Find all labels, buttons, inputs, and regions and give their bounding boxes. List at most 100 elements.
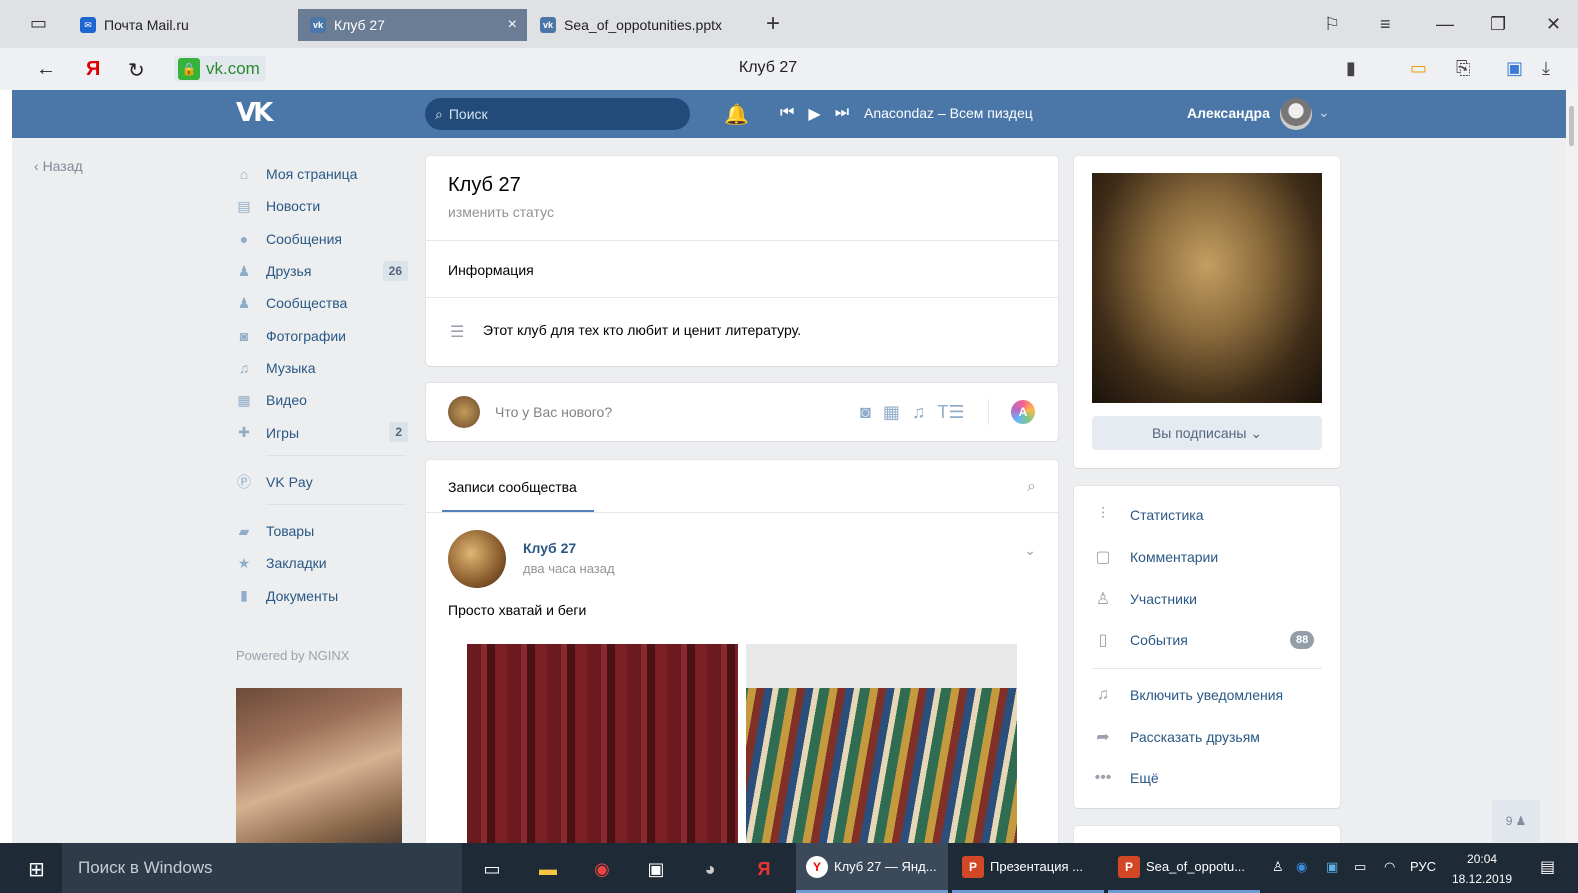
translate-icon[interactable]: ⎘	[1456, 58, 1470, 79]
image-icon[interactable]: ▣	[1506, 58, 1523, 79]
taskbar-search[interactable]: Поиск в Windows	[62, 843, 462, 893]
tab-community-posts[interactable]: Записи сообщества	[448, 479, 577, 495]
bookmarks-panel-icon[interactable]: ⚐	[1324, 14, 1340, 35]
tab-pptx[interactable]: vk Sea_of_oppotunities.pptx	[528, 9, 734, 41]
chevron-down-icon[interactable]: ⌄	[1024, 542, 1036, 559]
menu-item-documents[interactable]: ▮ Документы	[234, 580, 408, 612]
ad-photo[interactable]	[236, 688, 402, 843]
link-events[interactable]: ▯ События 88	[1092, 630, 1322, 650]
search-icon[interactable]: ⌕	[1027, 478, 1036, 496]
taskbar-app-pptx[interactable]: P Sea_of_oppotu...	[1108, 843, 1260, 893]
friend-icon: ♟	[237, 262, 251, 279]
close-icon[interactable]: ×	[508, 16, 517, 34]
status-link[interactable]: изменить статус	[448, 204, 554, 220]
menu-item-groups[interactable]: ♟ Сообщества	[234, 287, 408, 319]
link-statistics[interactable]: ⫶ Статистика	[1092, 506, 1204, 524]
vk-icon: vk	[540, 17, 556, 33]
group-info-card: Клуб 27 изменить статус Информация ☰ Это…	[426, 156, 1058, 366]
person-icon[interactable]: ♙	[1272, 859, 1284, 875]
teamviewer-icon[interactable]: ◉	[1296, 859, 1307, 875]
menu-item-music[interactable]: ♫ Музыка	[234, 352, 408, 384]
network-app-icon[interactable]: ▣	[1326, 859, 1338, 875]
language-indicator[interactable]: РУС	[1410, 859, 1436, 874]
camera-icon: ◙	[239, 327, 249, 344]
avatar[interactable]	[1280, 98, 1312, 130]
menu-item-news[interactable]: ▤ Новости	[234, 190, 408, 222]
wifi-icon[interactable]: ◠	[1384, 859, 1395, 875]
folder-icon[interactable]: ▬	[534, 855, 562, 883]
bookmark-icon[interactable]: ▮	[1346, 58, 1356, 79]
avatar[interactable]	[448, 530, 506, 588]
task-view-icon[interactable]: ▭	[478, 855, 506, 883]
bell-icon[interactable]: 🔔	[724, 102, 749, 127]
previous-icon[interactable]: ⏮	[780, 104, 794, 124]
link-comments[interactable]: ▢ Комментарии	[1092, 547, 1218, 567]
divider	[1092, 668, 1322, 669]
vk-logo[interactable]: VK	[236, 98, 273, 128]
scrollbar[interactable]	[1566, 90, 1578, 843]
windows-start-icon[interactable]: ⊞	[28, 857, 45, 882]
chevron-down-icon[interactable]: ⌄	[1318, 104, 1330, 121]
divider	[426, 297, 1058, 298]
play-icon[interactable]: ▶	[808, 104, 820, 124]
download-icon[interactable]: ⤓	[1542, 58, 1550, 79]
link-members[interactable]: ♙ Участники	[1092, 589, 1197, 609]
new-post-box: Что у Вас нового? ◙ ▦ ♫ T☰ A	[426, 383, 1058, 441]
menu-item-video[interactable]: ▦ Видео	[234, 384, 408, 416]
notifications-icon[interactable]: ▤	[1540, 857, 1555, 877]
post-time[interactable]: два часа назад	[523, 561, 615, 576]
media-player-icon[interactable]: ◕	[696, 855, 724, 883]
minimize-icon[interactable]: —	[1436, 14, 1454, 35]
vkpay-icon: Ⓟ	[237, 473, 251, 490]
taskbar-app-powerpoint[interactable]: P Презентация ...	[952, 843, 1104, 893]
online-friends-button[interactable]: 9 ♟	[1492, 800, 1540, 842]
battery-icon[interactable]: ▭	[1354, 859, 1366, 875]
post-author-icon[interactable]: A	[1011, 400, 1035, 424]
clock[interactable]: 20:04 18.12.2019	[1452, 849, 1512, 889]
link-share[interactable]: ➦ Рассказать друзьям	[1092, 727, 1260, 747]
link-notifications[interactable]: ♫ Включить уведомления	[1092, 686, 1283, 704]
subscribed-button[interactable]: Вы подписаны ⌄	[1092, 416, 1322, 450]
chrome-icon[interactable]: ◉	[588, 855, 616, 883]
camera-icon[interactable]: ◙	[860, 402, 871, 423]
menu-icon[interactable]: ≡	[1380, 14, 1391, 35]
tabs-overview-icon[interactable]: ▭	[30, 13, 47, 34]
store-icon[interactable]: ▣	[642, 855, 670, 883]
post-photo[interactable]	[467, 644, 1017, 843]
menu-item-friends[interactable]: ♟ Друзья 26	[234, 255, 408, 287]
post-author[interactable]: Клуб 27	[523, 540, 576, 556]
user-icon: ♙	[1095, 591, 1111, 608]
link-more[interactable]: ••• Ещё	[1092, 769, 1159, 787]
menu-item-messages[interactable]: ● Сообщения	[234, 223, 408, 255]
taskbar-app-yandex[interactable]: Y Клуб 27 — Янд...	[796, 843, 948, 893]
scroll-thumb[interactable]	[1569, 106, 1574, 146]
tab-club27[interactable]: vk Клуб 27 ×	[298, 9, 527, 41]
divider	[988, 399, 989, 425]
battery-icon[interactable]: ▭	[1410, 58, 1427, 79]
home-icon: ⌂	[239, 166, 249, 183]
menu-item-goods[interactable]: ▰ Товары	[234, 515, 408, 547]
tab-mail[interactable]: ✉ Почта Mail.ru	[68, 9, 201, 41]
current-track[interactable]: Anacondaz – Всем пиздец	[864, 105, 1033, 121]
restore-icon[interactable]: ❐	[1490, 14, 1506, 35]
menu-item-games[interactable]: ✚ Игры 2	[234, 416, 408, 448]
back-link[interactable]: ‹ Назад	[34, 158, 83, 174]
new-tab-button[interactable]: +	[766, 10, 780, 38]
search-input[interactable]: ⌕ Поиск	[425, 98, 690, 130]
next-icon[interactable]: ⏭	[835, 104, 849, 124]
video-icon[interactable]: ▦	[883, 402, 900, 423]
new-post-input[interactable]: Что у Вас нового?	[495, 404, 612, 420]
menu-item-bookmarks[interactable]: ★ Закладки	[234, 547, 408, 579]
browser-tab-bar: ▭ ✉ Почта Mail.ru vk Клуб 27 × vk Sea_of…	[0, 0, 1578, 48]
close-window-icon[interactable]: ✕	[1546, 14, 1561, 35]
article-icon[interactable]: T☰	[937, 402, 964, 423]
user-name[interactable]: Александра	[1187, 105, 1270, 121]
group-cover-photo[interactable]	[1092, 173, 1322, 403]
menu-item-vkpay[interactable]: Ⓟ VK Pay	[234, 466, 408, 498]
music-icon[interactable]: ♫	[912, 402, 926, 423]
yandex-browser-icon[interactable]: Я	[750, 855, 778, 883]
news-icon: ▤	[237, 197, 251, 214]
menu-item-photos[interactable]: ◙ Фотографии	[234, 319, 408, 351]
info-heading: Информация	[448, 262, 534, 278]
menu-item-my-page[interactable]: ⌂ Моя страница	[234, 158, 408, 190]
